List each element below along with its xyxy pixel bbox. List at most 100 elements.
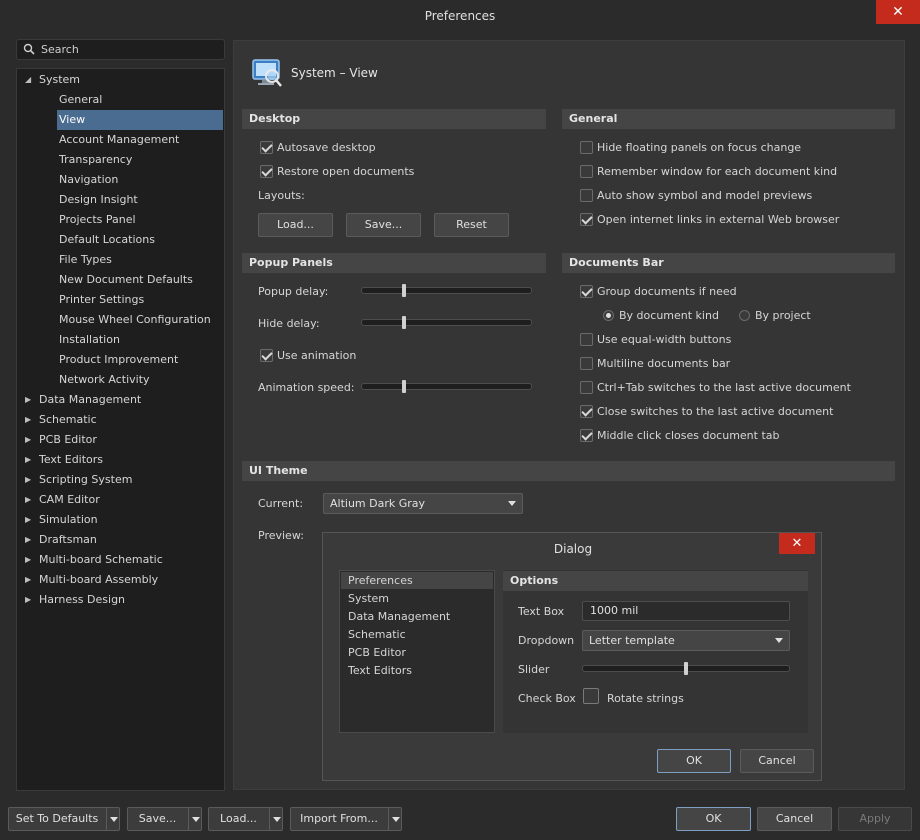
collapsed-arrow-icon[interactable]: ▶ <box>25 530 35 550</box>
tree-item-multi-board-assembly[interactable]: ▶ Multi-board Assembly <box>17 570 224 590</box>
group-documents-checkbox[interactable] <box>580 285 593 298</box>
tree-item-mouse-wheel-configuration[interactable]: Mouse Wheel Configuration <box>57 310 223 330</box>
preview-textbox[interactable]: 1000 mil <box>582 601 790 621</box>
tree-item-account-management[interactable]: Account Management <box>57 130 223 150</box>
ui-theme-section-header: UI Theme <box>242 461 895 481</box>
search-input[interactable] <box>41 41 221 58</box>
ok-button[interactable]: OK <box>676 807 751 831</box>
collapsed-arrow-icon[interactable]: ▶ <box>25 410 35 430</box>
collapsed-arrow-icon[interactable]: ▶ <box>25 590 35 610</box>
preview-dropdown[interactable]: Letter template <box>582 630 790 651</box>
preview-list-item-text-editors[interactable]: Text Editors <box>348 662 412 680</box>
current-theme-dropdown[interactable]: Altium Dark Gray <box>323 493 523 514</box>
collapsed-arrow-icon[interactable]: ▶ <box>25 510 35 530</box>
use-equal-width-buttons-checkbox[interactable] <box>580 333 593 346</box>
load-settings-label: Load... <box>220 812 257 825</box>
preview-dropdown-label: Dropdown <box>518 634 575 647</box>
tree-item-installation[interactable]: Installation <box>57 330 223 350</box>
autosave-desktop-checkbox[interactable] <box>260 141 273 154</box>
collapsed-arrow-icon[interactable]: ▶ <box>25 450 35 470</box>
tree-item-scripting-system[interactable]: ▶ Scripting System <box>17 470 224 490</box>
auto-show-symbol-and-model-previews-checkbox[interactable] <box>580 189 593 202</box>
multiline-documents-bar-checkbox[interactable] <box>580 357 593 370</box>
tree-item-harness-design[interactable]: ▶ Harness Design <box>17 590 224 610</box>
expanded-arrow-icon[interactable]: ◢ <box>25 70 35 90</box>
reset-layout-button[interactable]: Reset <box>434 213 509 237</box>
middle-click-closes-document-tab-checkbox[interactable] <box>580 429 593 442</box>
collapsed-arrow-icon[interactable]: ▶ <box>25 390 35 410</box>
tree-item-system[interactable]: ◢ System <box>17 70 224 90</box>
preview-list-item-data-management[interactable]: Data Management <box>348 608 450 626</box>
collapsed-arrow-icon[interactable]: ▶ <box>25 570 35 590</box>
remember-window-for-each-document-kind-checkbox[interactable] <box>580 165 593 178</box>
chevron-down-icon[interactable] <box>192 817 200 822</box>
collapsed-arrow-icon[interactable]: ▶ <box>25 430 35 450</box>
cancel-button[interactable]: Cancel <box>757 807 832 831</box>
by-project-radio[interactable] <box>739 310 750 321</box>
preview-list-item-system[interactable]: System <box>348 590 389 608</box>
tree-item-simulation[interactable]: ▶ Simulation <box>17 510 224 530</box>
chevron-down-icon[interactable] <box>273 817 281 822</box>
save-settings-button[interactable]: Save... <box>127 807 202 831</box>
tree-item-navigation[interactable]: Navigation <box>57 170 223 190</box>
open-internet-links-in-external-web-brow-checkbox[interactable] <box>580 213 593 226</box>
tree-item-multi-board-schematic[interactable]: ▶ Multi-board Schematic <box>17 550 224 570</box>
preview-cancel-button[interactable]: Cancel <box>740 749 814 773</box>
tree-item-product-improvement[interactable]: Product Improvement <box>57 350 223 370</box>
collapsed-arrow-icon[interactable]: ▶ <box>25 490 35 510</box>
tree-item-draftsman[interactable]: ▶ Draftsman <box>17 530 224 550</box>
preview-slider-label: Slider <box>518 663 550 676</box>
set-to-defaults-label: Set To Defaults <box>15 812 99 825</box>
tree-item-text-editors[interactable]: ▶ Text Editors <box>17 450 224 470</box>
close-switches-to-the-last-active-docume-checkbox[interactable] <box>580 405 593 418</box>
use-animation-checkbox[interactable] <box>260 349 273 362</box>
chevron-down-icon[interactable] <box>392 817 400 822</box>
tree-item-cam-editor[interactable]: ▶ CAM Editor <box>17 490 224 510</box>
tree-item-design-insight[interactable]: Design Insight <box>57 190 223 210</box>
tree-item-new-document-defaults[interactable]: New Document Defaults <box>57 270 223 290</box>
popup-delay-slider[interactable] <box>361 287 532 294</box>
tree-item-transparency[interactable]: Transparency <box>57 150 223 170</box>
hide-delay-slider[interactable] <box>361 319 532 326</box>
collapsed-arrow-icon[interactable]: ▶ <box>25 470 35 490</box>
hide-floating-panels-on-focus-change-checkbox[interactable] <box>580 141 593 154</box>
tree-item-view[interactable]: View <box>57 110 223 130</box>
hide-delay-slider-thumb[interactable] <box>401 316 406 329</box>
tree-item-data-management[interactable]: ▶ Data Management <box>17 390 224 410</box>
preview-options-header: Options <box>503 571 808 591</box>
window-close-button[interactable]: ✕ <box>876 0 920 24</box>
popup-delay-slider-thumb[interactable] <box>401 284 406 297</box>
import-from-button[interactable]: Import From... <box>290 807 402 831</box>
load-settings-button[interactable]: Load... <box>208 807 283 831</box>
chevron-down-icon <box>775 638 783 643</box>
search-box[interactable] <box>16 39 225 60</box>
tree-item-general[interactable]: General <box>57 90 223 110</box>
tree-item-pcb-editor[interactable]: ▶ PCB Editor <box>17 430 224 450</box>
preview-list-item-pcb-editor[interactable]: PCB Editor <box>348 644 406 662</box>
by-document-kind-radio[interactable] <box>603 310 614 321</box>
preview-rotate-strings-checkbox[interactable] <box>583 688 599 704</box>
load-layout-button[interactable]: Load... <box>258 213 333 237</box>
collapsed-arrow-icon[interactable]: ▶ <box>25 550 35 570</box>
apply-button[interactable]: Apply <box>838 807 912 831</box>
save-layout-button[interactable]: Save... <box>346 213 421 237</box>
preview-list-item-schematic[interactable]: Schematic <box>348 626 406 644</box>
ctrl-tab-switches-to-the-last-active-doc-checkbox[interactable] <box>580 381 593 394</box>
tree-item-projects-panel[interactable]: Projects Panel <box>57 210 223 230</box>
tree-item-file-types[interactable]: File Types <box>57 250 223 270</box>
tree-item-printer-settings[interactable]: Printer Settings <box>57 290 223 310</box>
import-from-label: Import From... <box>300 812 378 825</box>
tree-item-default-locations[interactable]: Default Locations <box>57 230 223 250</box>
set-to-defaults-button[interactable]: Set To Defaults <box>8 807 120 831</box>
tree-item-schematic[interactable]: ▶ Schematic <box>17 410 224 430</box>
restore-open-documents-checkbox[interactable] <box>260 165 273 178</box>
window-title: Preferences <box>424 9 496 23</box>
animation-speed-slider[interactable] <box>361 383 532 390</box>
preview-dialog-close-button[interactable]: ✕ <box>779 533 815 554</box>
tree-item-network-activity[interactable]: Network Activity <box>57 370 223 390</box>
preview-list-item-preferences[interactable]: Preferences <box>348 572 413 590</box>
chevron-down-icon[interactable] <box>110 817 118 822</box>
animation-speed-slider-thumb[interactable] <box>401 380 406 393</box>
preview-slider-thumb[interactable] <box>684 662 688 675</box>
preview-ok-button[interactable]: OK <box>657 749 731 773</box>
